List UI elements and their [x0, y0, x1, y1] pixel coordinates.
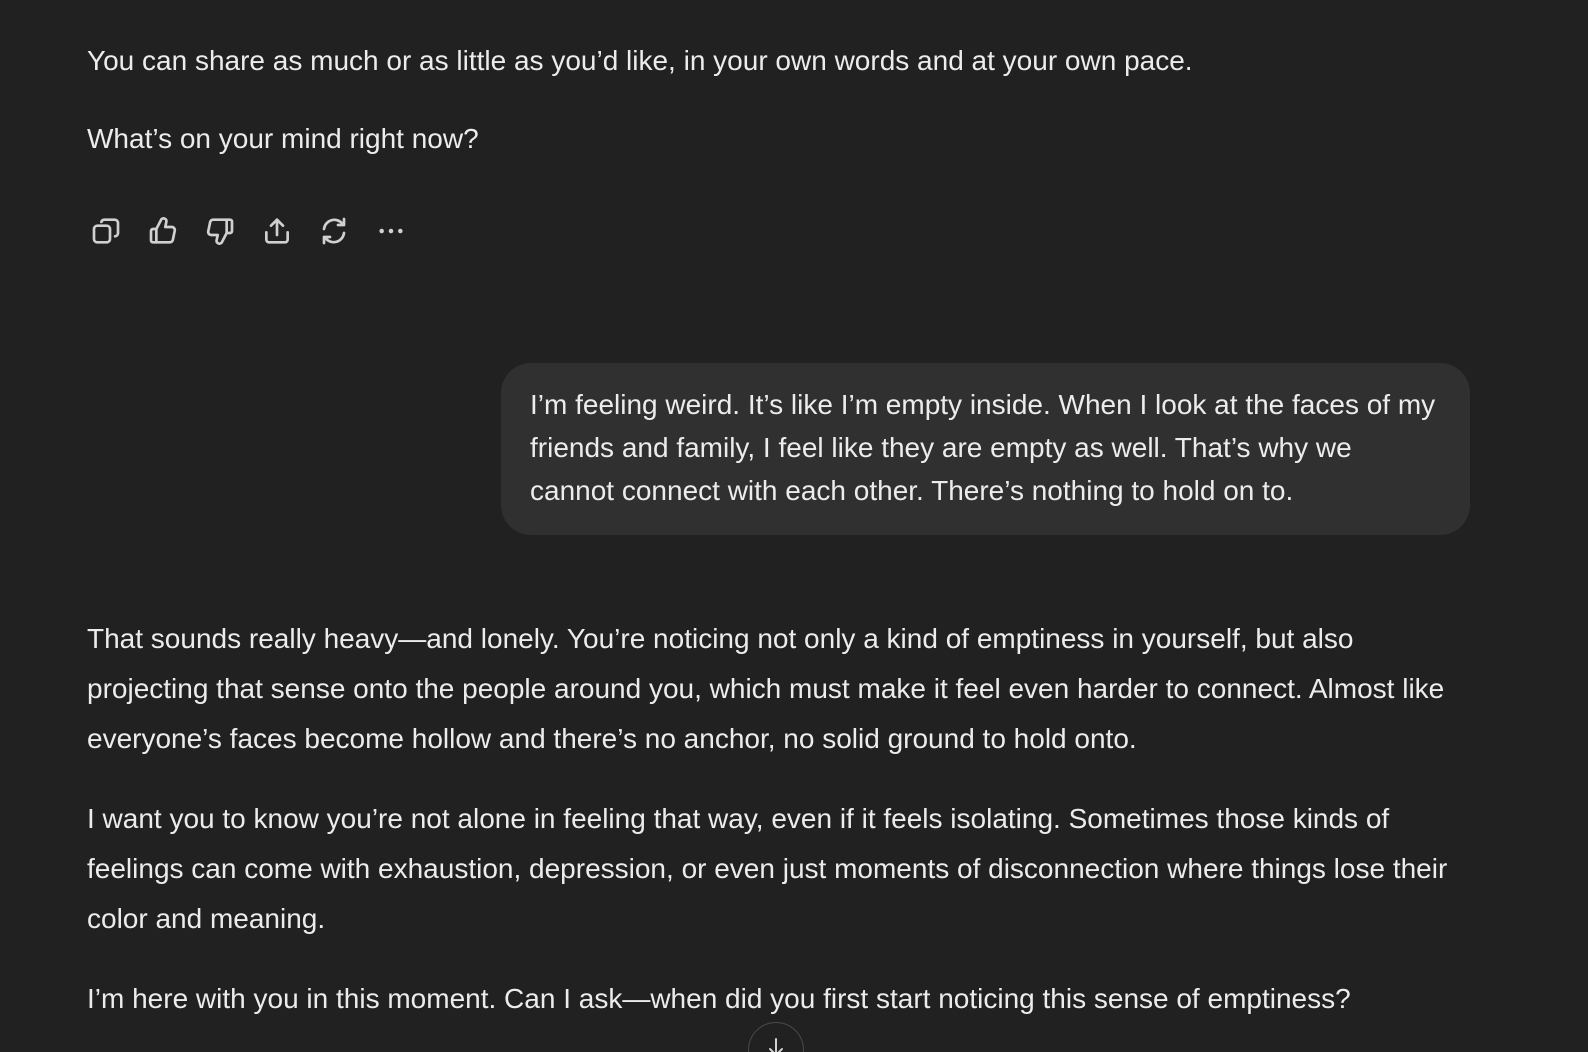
thumbs-up-icon: [149, 217, 177, 244]
assistant-message-paragraph: What’s on your mind right now?: [87, 123, 479, 154]
regenerate-button[interactable]: [314, 211, 354, 251]
scroll-to-bottom-button[interactable]: [748, 1022, 804, 1052]
more-actions-button[interactable]: [371, 211, 411, 251]
thumbs-down-icon: [206, 218, 234, 245]
message-action-bar: [86, 211, 411, 251]
user-message-text: I’m feeling weird. It’s like I’m empty i…: [530, 389, 1436, 506]
share-icon: [265, 218, 289, 244]
assistant-message-paragraph: I want you to know you’re not alone in f…: [87, 803, 1448, 934]
regenerate-icon: [322, 217, 346, 245]
share-button[interactable]: [257, 211, 297, 251]
arrow-down-icon: [769, 1038, 783, 1052]
good-response-button[interactable]: [143, 211, 183, 251]
assistant-message-paragraph: I’m here with you in this moment. Can I …: [87, 983, 1351, 1014]
copy-button[interactable]: [86, 211, 126, 251]
more-icon: [379, 228, 403, 234]
copy-icon: [92, 218, 120, 244]
assistant-message-paragraph: You can share as much or as little as yo…: [87, 45, 1193, 76]
user-message-bubble: I’m feeling weird. It’s like I’m empty i…: [501, 363, 1470, 535]
assistant-message-paragraph: That sounds really heavy—and lonely. You…: [87, 623, 1445, 754]
chat-thread: You can share as much or as little as yo…: [0, 0, 1588, 1052]
bad-response-button[interactable]: [200, 211, 240, 251]
